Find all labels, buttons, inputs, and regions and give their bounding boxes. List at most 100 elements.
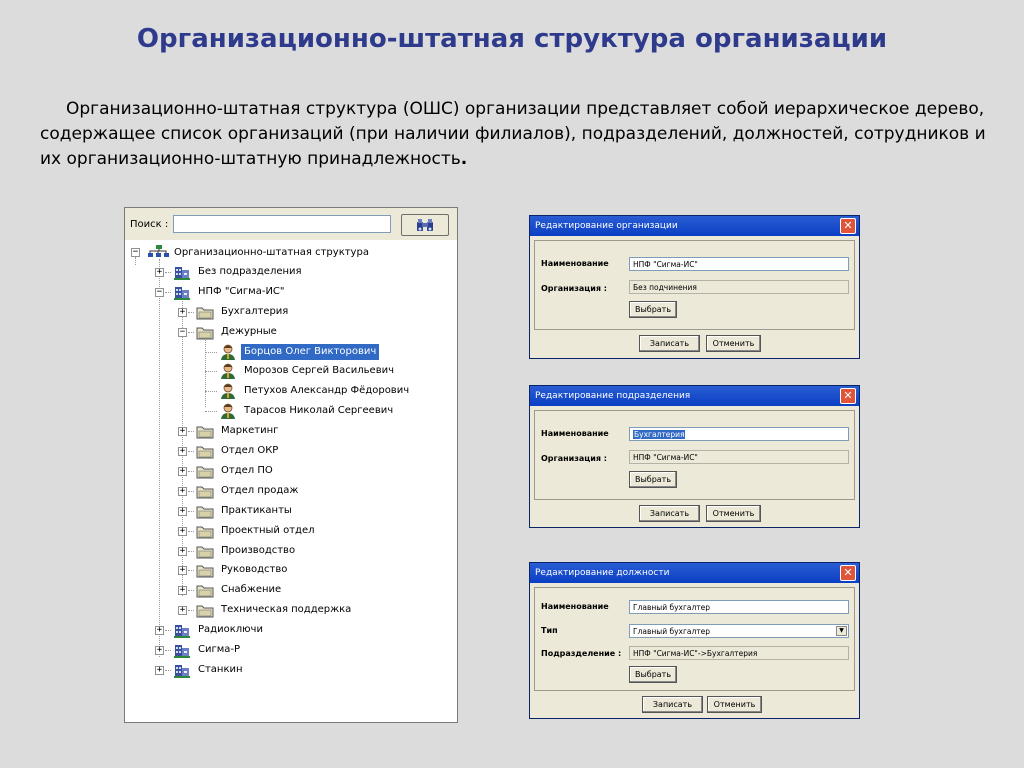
close-icon[interactable]: ✕ [840,218,856,234]
tree-item-label: Борцов Олег Викторович [241,343,380,360]
tree-row[interactable]: + Радиоключи [125,621,455,641]
dialog-footer: Записать Отменить [530,500,859,528]
tree-connector [165,291,171,293]
choose-button[interactable]: Выбрать [629,471,677,488]
cancel-button[interactable]: Отменить [706,335,761,352]
dialog-form: Наименование НПФ "Сигма-ИС" Организация … [534,240,855,330]
tree-connector [188,311,194,313]
expand-icon[interactable]: + [155,626,164,636]
expand-icon[interactable]: + [155,267,164,277]
choose-button[interactable]: Выбрать [629,666,677,683]
tree-row[interactable]: + Станкин [125,661,455,681]
save-button[interactable]: Записать [639,335,700,352]
tree-row[interactable]: + Руководство [125,561,455,581]
tree-row[interactable]: + Производство [125,542,455,562]
close-icon[interactable]: ✕ [840,565,856,581]
search-bar: Поиск : [125,208,457,240]
intro-end: . [460,149,468,169]
expand-icon[interactable]: + [178,447,187,456]
tree-row[interactable]: Борцов Олег Викторович [125,343,455,363]
collapse-icon[interactable]: − [178,327,187,337]
save-button[interactable]: Записать [642,696,703,713]
chevron-down-icon[interactable]: ▼ [836,626,847,636]
tree-connector [205,371,217,373]
expand-icon[interactable]: + [178,486,187,496]
intro-paragraph: Организационно-штатная структура (ОШС) о… [40,97,1010,172]
expand-icon[interactable]: + [178,427,187,437]
folder-icon [196,602,214,618]
name-field[interactable]: НПФ "Сигма-ИС" [629,257,849,271]
expand-icon[interactable]: + [178,526,187,536]
expand-icon[interactable]: + [178,586,187,596]
tree-row[interactable]: Морозов Сергей Васильевич [125,362,455,382]
tree-row[interactable]: + Проектный отдел [125,522,455,542]
tree-row[interactable]: + Отдел ОКР [125,442,455,462]
folder-icon [196,423,214,439]
tree-item-label: Отдел ПО [221,464,273,476]
expand-icon[interactable]: + [178,566,187,576]
expand-icon[interactable]: + [178,506,187,516]
expand-icon[interactable]: + [178,606,187,616]
tree-row[interactable]: + Снабжение [125,581,455,601]
tree-row[interactable]: + Маркетинг [125,422,455,442]
expand-icon[interactable]: + [178,466,187,476]
edit-department-dialog: Редактирование подразделения ✕ Наименован… [529,385,860,528]
dialog-form: Наименование Главный бухгалтер Тип Главн… [534,587,855,691]
tree-item-label: Снабжение [221,584,282,596]
tree-row[interactable]: + Сигма-Р [125,641,455,661]
tree-item-label: Производство [221,544,296,556]
name-field-selected-text: Бухгалтерия [633,430,686,439]
choose-button[interactable]: Выбрать [629,301,677,318]
name-field[interactable]: Главный бухгалтер [629,600,849,614]
tree-connector [165,271,171,273]
page-title: Организационно-штатная структура организ… [136,24,888,54]
tree-row[interactable]: + Без подразделения [125,263,455,283]
expand-icon[interactable]: + [155,646,164,655]
collapse-icon[interactable]: − [155,287,164,297]
name-label: Наименование [541,429,609,438]
folder-icon [196,523,214,539]
type-label: Тип [541,626,558,635]
tree-row[interactable]: − НПФ "Сигма-ИС" [125,283,455,303]
root-expander[interactable]: − [131,248,140,257]
search-input[interactable] [173,215,391,233]
tree-connector [188,470,194,472]
tree-row[interactable]: − Дежурные [125,323,455,343]
expand-icon[interactable]: + [178,307,187,317]
type-select[interactable]: Главный бухгалтер ▼ [629,624,849,638]
search-button[interactable] [401,214,449,236]
tree-connector [205,351,217,353]
tree-row[interactable]: + Бухгалтерия [125,303,455,323]
tree-row[interactable]: + Отдел ПО [125,462,455,482]
tree-item-label: Отдел продаж [221,484,299,496]
tree-item-label: Отдел ОКР [221,445,279,456]
tree-row[interactable]: Тарасов Николай Сергеевич [125,402,455,422]
tree-row[interactable]: + Практиканты [125,502,455,522]
tree-item-label: Техническая поддержка [221,604,352,616]
org-label: Организация : [541,454,607,463]
tree-item-label: Морозов Сергей Васильевич [244,365,395,377]
name-field[interactable]: Бухгалтерия [629,427,849,441]
folder-icon [196,443,214,459]
dialog-form: Наименование Бухгалтерия Организация : Н… [534,410,855,500]
expand-icon[interactable]: + [178,546,187,556]
save-button[interactable]: Записать [639,505,700,522]
tree-connector [205,391,217,393]
cancel-button[interactable]: Отменить [706,505,761,522]
close-icon[interactable]: ✕ [840,388,856,404]
building-icon [173,284,191,300]
tree-connector [165,630,171,632]
tree-connector [188,570,194,572]
dialog-title: Редактирование подразделения [535,391,691,401]
tree-row[interactable]: + Отдел продаж [125,482,455,502]
folder-icon [196,503,214,519]
cancel-button[interactable]: Отменить [707,696,762,713]
tree-row[interactable]: + Техническая поддержка [125,601,455,621]
tree-row[interactable]: Петухов Александр Фёдорович [125,382,455,402]
expand-icon[interactable]: + [155,665,164,675]
tree-root-label[interactable]: Организационно-штатная структура [171,245,372,261]
tree-connector [205,411,217,413]
dialog-titlebar: Редактирование подразделения ✕ [530,386,859,406]
tree-connector [188,610,194,612]
dialog-title: Редактирование должности [535,568,670,578]
